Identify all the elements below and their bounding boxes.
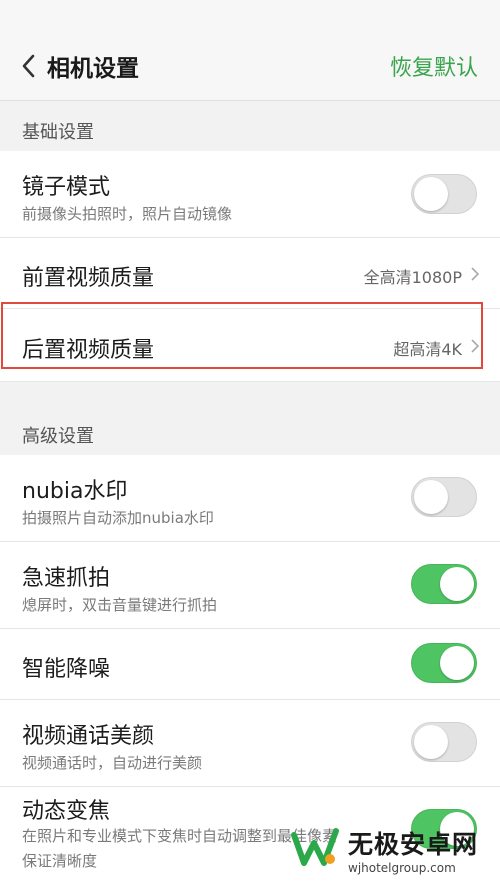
quick-snapshot-toggle[interactable] (411, 564, 477, 604)
setting-description: 前摄像头拍照时，照片自动镜像 (22, 205, 233, 223)
setting-row-quick-snapshot[interactable]: 急速抓拍 熄屏时，双击音量键进行抓拍 (0, 542, 500, 629)
setting-row-rear-video-quality[interactable]: 后置视频质量 超高清4K (0, 309, 500, 382)
chevron-right-icon (471, 267, 480, 281)
setting-label: 镜子模式 (22, 175, 111, 200)
setting-row-noise-reduction[interactable]: 智能降噪 (0, 629, 500, 700)
setting-description: 视频通话时，自动进行美颜 (22, 754, 203, 772)
section-gap (0, 382, 500, 404)
setting-label: 视频通话美颜 (22, 724, 155, 749)
watermark-name: 无极安卓网 (348, 830, 479, 859)
setting-description-line2: 保证清晰度 (22, 852, 98, 870)
section-header-advanced: 高级设置 (0, 404, 500, 454)
video-call-beauty-toggle[interactable] (411, 722, 477, 762)
setting-label: 前置视频质量 (22, 266, 155, 291)
toggle-knob (414, 725, 448, 759)
setting-row-front-video-quality[interactable]: 前置视频质量 全高清1080P (0, 238, 500, 309)
toggle-knob (440, 646, 474, 680)
nubia-watermark-toggle[interactable] (411, 477, 477, 517)
toggle-knob (440, 567, 474, 601)
setting-value: 超高清4K (393, 340, 462, 359)
back-arrow-icon[interactable] (18, 52, 40, 80)
setting-label: nubia水印 (22, 479, 128, 504)
section-header-basic: 基础设置 (0, 101, 500, 151)
setting-row-mirror-mode[interactable]: 镜子模式 前摄像头拍照时，照片自动镜像 (0, 151, 500, 238)
setting-row-video-call-beauty[interactable]: 视频通话美颜 视频通话时，自动进行美颜 (0, 700, 500, 787)
site-watermark: 无极安卓网 wjhotelgroup.com (286, 819, 486, 885)
setting-label: 急速抓拍 (22, 566, 111, 591)
setting-description: 拍摄照片自动添加nubia水印 (22, 509, 214, 527)
setting-value: 全高清1080P (363, 268, 462, 287)
section-title: 高级设置 (22, 426, 94, 447)
mirror-mode-toggle[interactable] (411, 174, 477, 214)
setting-label: 后置视频质量 (22, 338, 155, 363)
toggle-knob (414, 177, 448, 211)
setting-label: 动态变焦 (22, 799, 111, 824)
setting-row-nubia-watermark[interactable]: nubia水印 拍摄照片自动添加nubia水印 (0, 455, 500, 542)
top-bar: 相机设置 恢复默认 (0, 0, 500, 101)
noise-reduction-toggle[interactable] (411, 643, 477, 683)
toggle-knob (414, 480, 448, 514)
chevron-right-icon (471, 339, 480, 353)
page-title: 相机设置 (47, 56, 139, 82)
restore-default-button[interactable]: 恢复默认 (390, 50, 478, 82)
site-logo-icon (291, 828, 339, 866)
setting-description: 熄屏时，双击音量键进行抓拍 (22, 596, 218, 614)
setting-label: 智能降噪 (22, 657, 111, 682)
watermark-url: wjhotelgroup.com (348, 861, 456, 875)
section-title: 基础设置 (22, 122, 94, 143)
